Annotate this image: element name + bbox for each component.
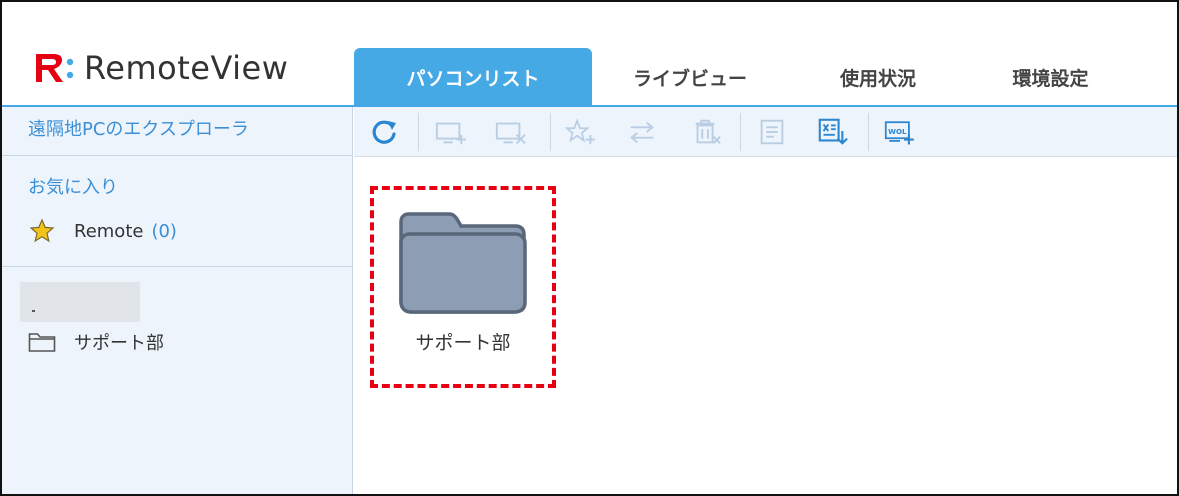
delete-button[interactable]	[690, 117, 722, 147]
remove-pc-icon	[495, 122, 526, 144]
delete-icon	[695, 119, 721, 144]
folder-outline-icon	[28, 333, 56, 352]
refresh-icon	[372, 120, 396, 144]
add-pc-button[interactable]	[434, 117, 466, 147]
favorites-heading[interactable]: お気に入り	[28, 173, 118, 199]
tab-live-view[interactable]: ライブビュー	[592, 48, 788, 106]
app-window: RemoteView パソコンリスト ライブビュー 使用状況 環境設定 遠隔地P…	[0, 0, 1179, 496]
tab-usage[interactable]: 使用状況	[788, 48, 968, 106]
sidebar-divider	[2, 266, 352, 267]
header: RemoteView パソコンリスト ライブビュー 使用状況 環境設定	[2, 2, 1177, 107]
toolbar-separator	[740, 113, 741, 151]
memo-icon	[760, 119, 784, 145]
main-tabs: パソコンリスト ライブビュー 使用状況 環境設定	[354, 48, 1133, 106]
app-name: RemoteView	[84, 49, 289, 87]
export-button[interactable]	[816, 117, 848, 147]
favorite-label: Remote	[74, 220, 144, 242]
wol-button[interactable]: WOL	[884, 117, 916, 147]
favorite-item-remote[interactable]: Remote (0)	[28, 217, 177, 245]
move-icon	[630, 121, 654, 144]
folder-label: サポート部	[74, 333, 164, 354]
folder-item-label: サポート部	[415, 332, 511, 354]
favorite-count: (0)	[151, 220, 177, 242]
tab-settings[interactable]: 環境設定	[968, 48, 1133, 106]
sidebar-folder-support[interactable]: サポート部	[28, 329, 164, 355]
remote-explorer-link[interactable]: 遠隔地PCのエクスプローラ	[2, 107, 352, 156]
sidebar: 遠隔地PCのエクスプローラ お気に入り Remote (0) サポート部	[2, 107, 353, 494]
export-icon	[818, 118, 848, 145]
redacted-mark	[32, 310, 35, 312]
toolbar: WOL	[354, 107, 1177, 157]
pc-list-area: サポート部	[354, 158, 1177, 494]
toolbar-separator	[418, 113, 419, 151]
toolbar-separator	[868, 113, 869, 151]
add-favorite-button[interactable]	[564, 117, 596, 147]
star-icon	[29, 218, 55, 243]
toolbar-separator	[550, 113, 551, 151]
wol-icon: WOL	[884, 121, 914, 145]
logo: RemoteView	[30, 48, 288, 88]
redacted-area	[20, 282, 140, 322]
folder-item-support[interactable]: サポート部	[372, 188, 554, 388]
wol-label: WOL	[888, 127, 907, 136]
folder-icon	[399, 212, 527, 314]
tab-pc-list[interactable]: パソコンリスト	[354, 48, 592, 106]
move-button[interactable]	[626, 117, 658, 147]
refresh-button[interactable]	[368, 117, 400, 147]
add-pc-icon	[435, 122, 466, 145]
remove-pc-button[interactable]	[494, 117, 526, 147]
add-favorite-icon	[564, 118, 596, 145]
remoteview-logo-icon	[36, 54, 74, 82]
memo-button[interactable]	[756, 117, 788, 147]
